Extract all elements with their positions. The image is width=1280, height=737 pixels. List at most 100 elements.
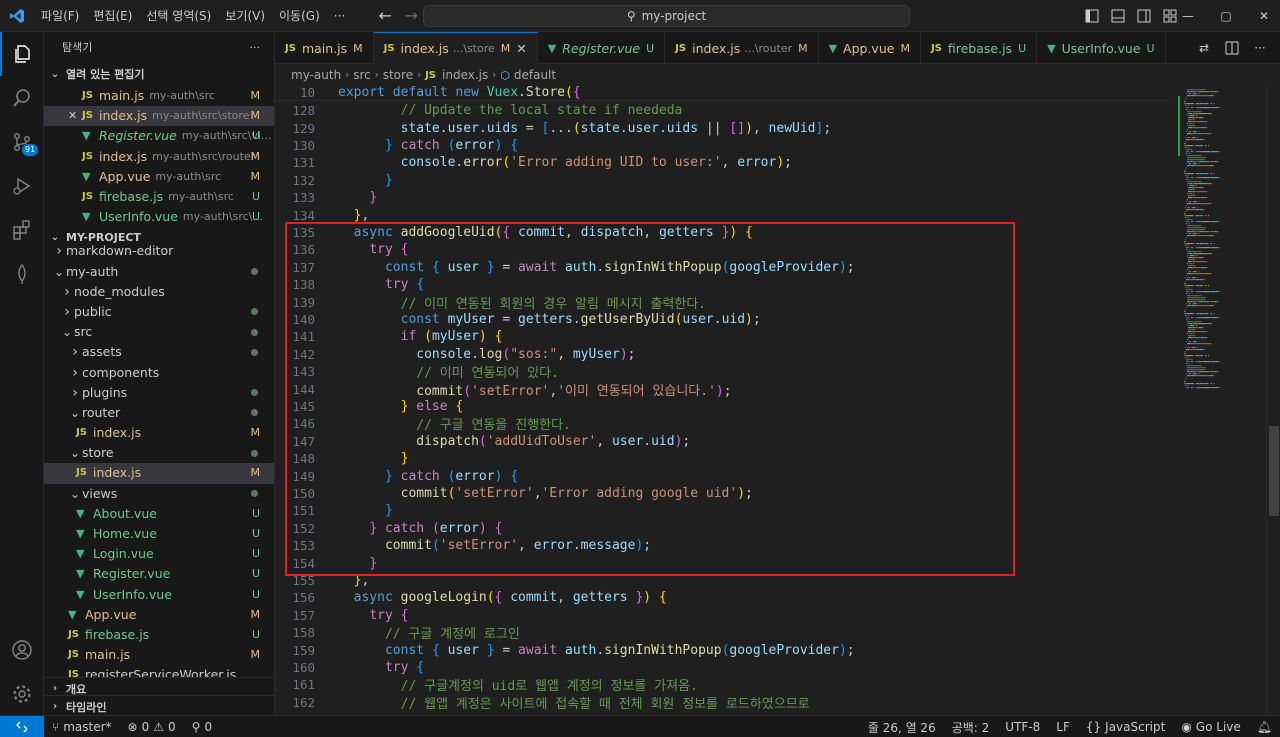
file-item[interactable]: ▼ Home.vue U	[44, 524, 274, 544]
open-editor-item[interactable]: ▼ App.vue my-auth\src M	[44, 167, 274, 187]
editor-tab[interactable]: ▼ Register.vue U	[538, 32, 666, 64]
extensions-icon[interactable]	[0, 208, 44, 252]
code-line[interactable]: 129 state.user.uids = [...(state.user.ui…	[275, 119, 831, 136]
close-icon[interactable]: ✕	[516, 41, 526, 56]
editor-scrollbar[interactable]	[1266, 86, 1280, 715]
branch-status[interactable]: ⑂ master*	[44, 720, 120, 734]
code-line[interactable]: 128 // Update the local state if neededa	[275, 102, 682, 119]
back-arrow-icon[interactable]: ←	[372, 6, 398, 25]
editor-tab[interactable]: JS main.js M	[275, 32, 374, 64]
explorer-icon[interactable]	[0, 32, 44, 76]
breadcrumb-item[interactable]: store	[383, 68, 413, 82]
folder-item[interactable]: ⌄ router	[44, 403, 274, 423]
encoding[interactable]: UTF-8	[997, 720, 1048, 734]
file-item[interactable]: JS firebase.js U	[44, 625, 274, 645]
file-item[interactable]: JS index.js M	[44, 463, 274, 484]
editor-tab[interactable]: JS index.js ...\store M ✕	[373, 32, 538, 64]
maximize-icon[interactable]: ▢	[1214, 4, 1238, 28]
editor-tab[interactable]: JS firebase.js U	[921, 32, 1038, 64]
file-item[interactable]: ▼ App.vue M	[44, 605, 274, 625]
timeline-header[interactable]: › 타임라인	[44, 695, 274, 715]
folder-item[interactable]: › components	[44, 362, 274, 382]
editor-tab[interactable]: JS index.js ...\router M	[665, 32, 819, 64]
mongodb-leaf-icon[interactable]	[0, 252, 44, 296]
language-mode[interactable]: {} JavaScript	[1078, 720, 1173, 734]
code-token: state	[580, 120, 620, 136]
remote-indicator-icon[interactable]	[0, 715, 44, 737]
breadcrumb-item[interactable]: my-auth	[291, 68, 341, 82]
settings-gear-icon[interactable]	[0, 672, 44, 716]
search-icon[interactable]	[0, 76, 44, 120]
notifications-icon[interactable]: 🔔︎	[1249, 720, 1280, 734]
editor-tab[interactable]: ▼ App.vue M	[819, 32, 921, 64]
editor-tab[interactable]: ▼ UserInfo.vue U	[1037, 32, 1166, 64]
menu-item[interactable]: 편집(E)	[86, 0, 139, 32]
code-line[interactable]: 157 try {	[275, 607, 408, 624]
file-item[interactable]: ▼ Register.vue U	[44, 564, 274, 584]
command-center-search[interactable]: ⚲ my-project	[423, 5, 910, 27]
folder-item[interactable]: › node_modules	[44, 282, 274, 302]
indentation[interactable]: 공백: 2	[944, 719, 998, 736]
file-item[interactable]: ▼ About.vue U	[44, 504, 274, 524]
folder-item[interactable]: › public	[44, 302, 274, 322]
open-editor-item[interactable]: ▼ Register.vue my-auth\src\vi... U	[44, 126, 274, 146]
folder-item[interactable]: ⌄ views	[44, 484, 274, 504]
menu-item[interactable]: 선택 영역(S)	[139, 0, 218, 32]
open-editor-item[interactable]: JS firebase.js my-auth\src U	[44, 187, 274, 207]
compare-changes-icon[interactable]: ⇄	[1192, 36, 1216, 60]
open-editors-header[interactable]: ⌄ 열려 있는 편집기	[44, 64, 274, 86]
file-item[interactable]: JS index.js M	[44, 423, 274, 443]
split-editor-icon[interactable]	[1220, 36, 1244, 60]
open-editor-item[interactable]: ✕ JS index.js my-auth\src\store M	[44, 106, 274, 127]
code-line[interactable]: 161 // 구글계정의 uid로 웹앱 계정의 정보를 가져옴.	[275, 676, 697, 694]
folder-item[interactable]: ⌄ store	[44, 443, 274, 463]
menu-item[interactable]: 이동(G)	[272, 0, 327, 32]
go-live-button[interactable]: ◉ Go Live	[1173, 720, 1248, 734]
forward-arrow-icon[interactable]: →	[398, 6, 424, 25]
code-line[interactable]: 130 } catch (error) {	[275, 137, 518, 154]
code-line[interactable]: 156 async googleLogin({ commit, getters …	[275, 589, 666, 606]
source-control-icon[interactable]: 91	[0, 120, 44, 164]
open-editor-item[interactable]: ▼ UserInfo.vue my-auth\src\... U	[44, 207, 274, 227]
menu-item[interactable]: 파일(F)	[34, 0, 86, 32]
ports-status[interactable]: ⚲ 0	[184, 720, 220, 734]
file-item[interactable]: ▼ Login.vue U	[44, 544, 274, 564]
run-debug-icon[interactable]	[0, 164, 44, 208]
toggle-secondary-sidebar-icon[interactable]	[1132, 4, 1156, 28]
file-item[interactable]: JS main.js M	[44, 645, 274, 665]
problems-status[interactable]: ⊗ 0 ⚠ 0	[120, 720, 184, 734]
code-line[interactable]: 132 }	[275, 172, 392, 189]
close-icon[interactable]: ✕	[68, 106, 82, 126]
code-line[interactable]: 131 console.error('Error adding UID to u…	[275, 154, 792, 171]
open-editor-item[interactable]: JS main.js my-auth\src M	[44, 86, 274, 106]
toggle-primary-sidebar-icon[interactable]	[1080, 4, 1104, 28]
scrollbar-thumb[interactable]	[1269, 426, 1279, 516]
code-line[interactable]: 162 // 웹앱 계정은 사이트에 접속할 때 전체 회원 정보를 로드하였으…	[275, 694, 809, 712]
menu-item[interactable]: 보기(V)	[218, 0, 272, 32]
folder-item[interactable]: ⌄ src	[44, 322, 274, 342]
folder-item[interactable]: › markdown-editor	[44, 241, 274, 261]
minimap[interactable]	[1170, 86, 1266, 715]
accounts-icon[interactable]	[0, 628, 44, 672]
menu-item[interactable]: ···	[327, 0, 352, 32]
file-item[interactable]: ▼ UserInfo.vue U	[44, 585, 274, 605]
close-icon[interactable]: ✕	[1252, 4, 1276, 28]
more-actions-icon[interactable]: ···	[1248, 36, 1272, 60]
breadcrumb-item[interactable]: src	[353, 68, 371, 82]
folder-item[interactable]: › plugins	[44, 383, 274, 403]
minimize-icon[interactable]: —	[1176, 4, 1200, 28]
more-actions-icon[interactable]: ···	[250, 32, 261, 64]
breadcrumb-item[interactable]: index.js	[442, 68, 488, 82]
breadcrumb-item[interactable]: default	[514, 68, 556, 82]
code-line[interactable]: 159 const { user } = await auth.signInWi…	[275, 641, 854, 658]
folder-item[interactable]: › assets	[44, 342, 274, 362]
end-of-line[interactable]: LF	[1048, 720, 1078, 734]
cursor-position[interactable]: 줄 26, 열 26	[860, 719, 944, 736]
folder-item[interactable]: ⌄ my-auth	[44, 262, 274, 282]
code-line[interactable]: 158 // 구글 계정에 로그인	[275, 624, 519, 642]
code-line[interactable]: 160 try {	[275, 659, 424, 676]
code-line[interactable]: 10 export default new Vuex.Store({	[275, 86, 1170, 102]
open-editor-item[interactable]: JS index.js my-auth\src\router M	[44, 147, 274, 167]
code-line[interactable]: 133 }	[275, 189, 377, 206]
toggle-panel-icon[interactable]	[1106, 4, 1130, 28]
